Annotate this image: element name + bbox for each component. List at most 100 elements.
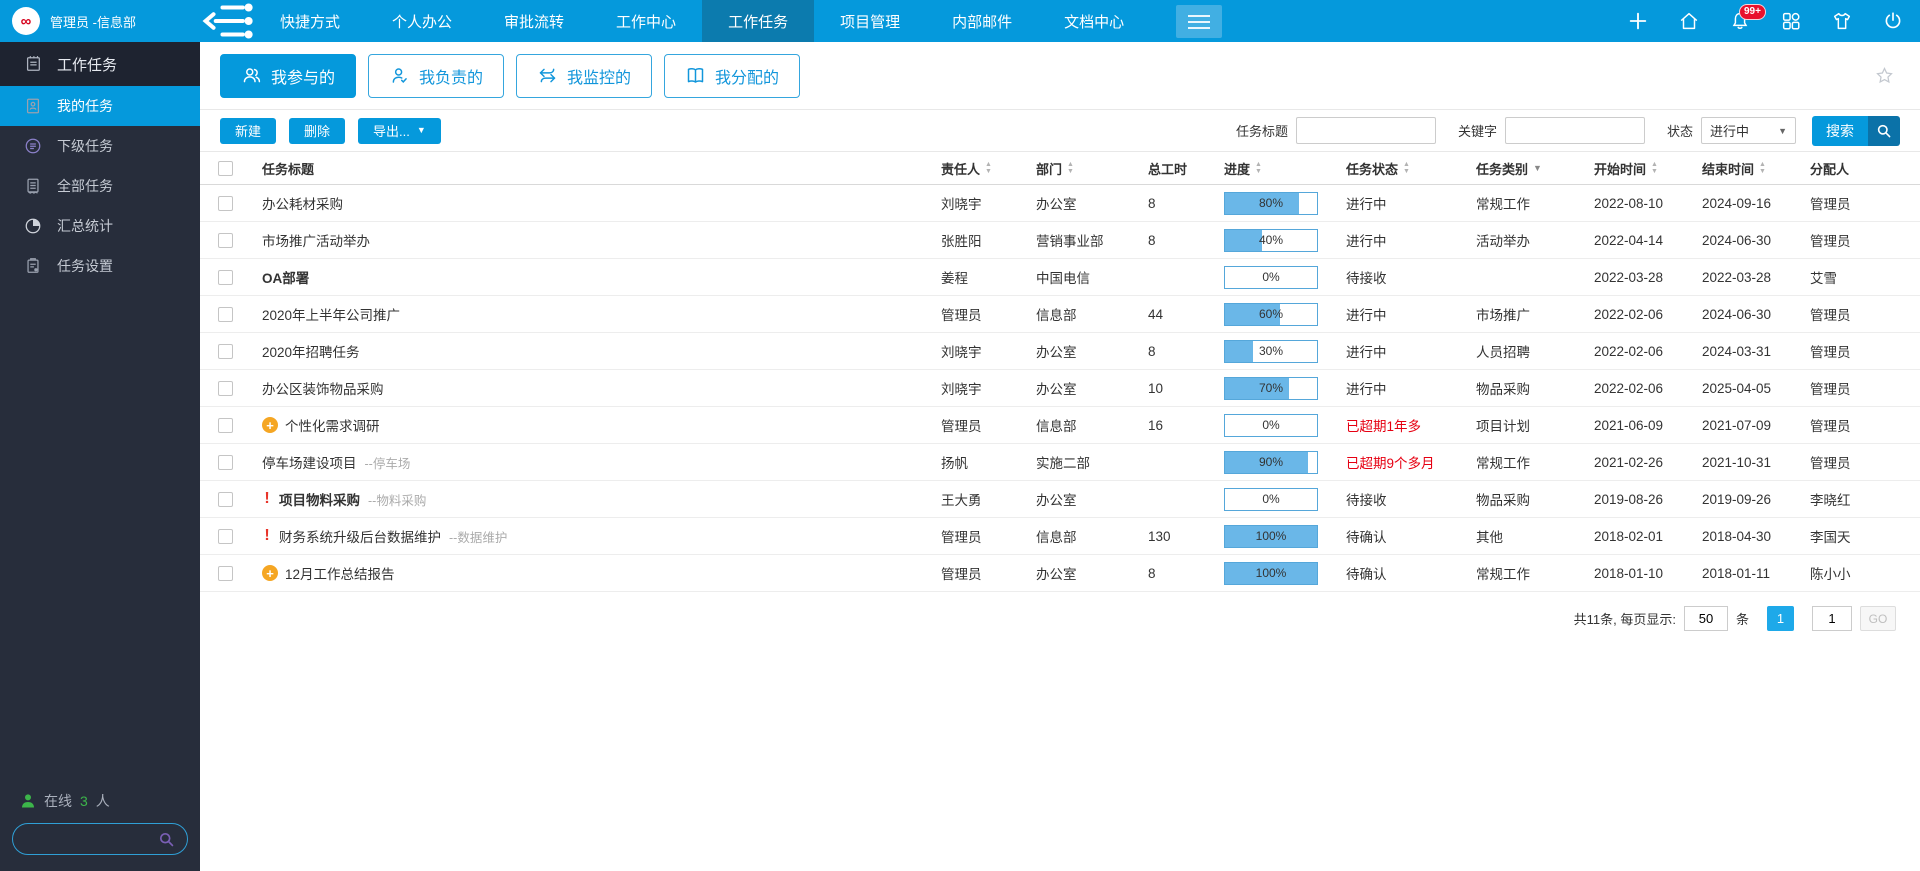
apps-icon[interactable] xyxy=(1778,8,1804,34)
column-header[interactable]: 结束时间 ▲ ▼ xyxy=(1702,159,1810,178)
table-row[interactable]: 停车场建设项目 --停车场 扬帆 实施二部 90% 已超期9个多月 常规工作 20… xyxy=(200,444,1920,481)
task-title[interactable]: 项目物料采购 xyxy=(279,489,360,509)
task-category: 人员招聘 xyxy=(1476,345,1530,360)
row-checkbox[interactable] xyxy=(218,306,233,322)
sort-arrows-icon[interactable]: ▲ ▼ xyxy=(1759,161,1766,175)
row-checkbox[interactable] xyxy=(218,417,233,433)
column-header[interactable]: 开始时间 ▲ ▼ xyxy=(1594,159,1702,178)
table-row[interactable]: ! 项目物料采购 --物料采购 王大勇 办公室 0% 待接收 物品采购 2019-0… xyxy=(200,481,1920,518)
row-checkbox[interactable] xyxy=(218,454,233,470)
more-menus-icon[interactable] xyxy=(1176,5,1223,38)
table-row[interactable]: ! 财务系统升级后台数据维护 --数据维护 管理员 信息部 130 100% 待确认… xyxy=(200,518,1920,555)
sort-arrows-icon[interactable]: ▲ ▼ xyxy=(985,161,992,175)
sidebar-search-input[interactable] xyxy=(13,831,158,847)
sidebar-item-汇总统计[interactable]: 汇总统计 xyxy=(0,206,200,246)
sidebar-module-header[interactable]: 工作任务 xyxy=(0,42,200,86)
task-title[interactable]: 个性化需求调研 xyxy=(285,415,380,435)
column-header[interactable]: 责任人 ▲ ▼ xyxy=(941,159,1036,178)
top-menu-item[interactable]: 工作任务 xyxy=(702,0,815,42)
row-checkbox[interactable] xyxy=(218,491,233,507)
table-row[interactable]: OA部署 姜程 中国电信 0% 待接收 2022-03-28 2022-03-2… xyxy=(200,259,1920,296)
task-status: 进行中 xyxy=(1346,345,1387,360)
row-checkbox[interactable] xyxy=(218,269,233,285)
top-menu-item[interactable]: 审批流转 xyxy=(478,0,590,42)
sidebar-item-全部任务[interactable]: 全部任务 xyxy=(0,166,200,206)
top-menu-item[interactable]: 快捷方式 xyxy=(254,0,366,42)
bell-icon[interactable]: 99+ xyxy=(1727,4,1766,34)
plus-circle-icon: + xyxy=(262,565,278,581)
table-row[interactable]: 市场推广活动举办 张胜阳 营销事业部 8 40% 进行中 活动举办 2022-0… xyxy=(200,222,1920,259)
sort-arrows-icon[interactable]: ▲ ▼ xyxy=(1403,161,1410,175)
scope-tab-我负责的[interactable]: 我负责的 xyxy=(368,53,505,98)
scope-tab-我分配的[interactable]: 我分配的 xyxy=(664,53,801,98)
power-icon[interactable] xyxy=(1880,8,1906,34)
table-row[interactable]: 办公耗材采购 刘晓宇 办公室 8 80% 进行中 常规工作 2022-08-10… xyxy=(200,185,1920,222)
progress-value: 60% xyxy=(1258,307,1284,321)
page-jump-input[interactable] xyxy=(1812,606,1852,631)
people-icon xyxy=(241,65,262,86)
search-button[interactable]: 搜索 xyxy=(1812,115,1900,146)
task-owner: 扬帆 xyxy=(941,456,968,471)
task-title[interactable]: OA部署 xyxy=(262,267,309,287)
page-size-input[interactable] xyxy=(1683,606,1728,631)
task-title[interactable]: 12月工作总结报告 xyxy=(285,563,395,583)
sidebar-item-下级任务[interactable]: 下级任务 xyxy=(0,126,200,166)
table-row[interactable]: 办公区装饰物品采购 刘晓宇 办公室 10 70% 进行中 物品采购 2022-0… xyxy=(200,370,1920,407)
table-row[interactable]: 2020年招聘任务 刘晓宇 办公室 8 30% 进行中 人员招聘 2022-02… xyxy=(200,333,1920,370)
new-button[interactable]: 新建 xyxy=(220,117,277,144)
top-menu-item[interactable]: 文档中心 xyxy=(1038,0,1150,42)
row-checkbox[interactable] xyxy=(218,528,233,544)
home-icon[interactable] xyxy=(1676,8,1702,34)
keyword-filter-input[interactable] xyxy=(1504,117,1645,144)
table-row[interactable]: +12月工作总结报告 管理员 办公室 8 100% 待确认 常规工作 2018-… xyxy=(200,555,1920,592)
top-menu-item[interactable]: 工作中心 xyxy=(590,0,702,42)
column-header[interactable]: 任务状态 ▲ ▼ xyxy=(1346,159,1476,178)
top-menu-item[interactable]: 项目管理 xyxy=(814,0,926,42)
top-menu-item[interactable]: 个人办公 xyxy=(366,0,478,42)
column-header[interactable]: 任务类别 ▼ xyxy=(1476,159,1594,178)
column-header[interactable]: 进度 ▲ ▼ xyxy=(1224,159,1346,178)
sidebar-item-任务设置[interactable]: 任务设置 xyxy=(0,246,200,286)
sort-arrows-icon[interactable]: ▲ ▼ xyxy=(1651,161,1658,175)
task-title[interactable]: 财务系统升级后台数据维护 xyxy=(279,526,441,546)
table-row[interactable]: + 个性化需求调研 管理员 信息部 16 0% 已超期1年多 项目计划 2021-… xyxy=(200,407,1920,444)
filter-dropdown-icon[interactable]: ▼ xyxy=(1533,163,1542,173)
row-checkbox[interactable] xyxy=(218,565,233,581)
row-checkbox[interactable] xyxy=(218,232,233,248)
go-button[interactable]: GO xyxy=(1860,606,1896,631)
row-checkbox[interactable] xyxy=(218,195,233,211)
scope-tab-我监控的[interactable]: 我监控的 xyxy=(516,53,653,98)
favorite-star-icon[interactable] xyxy=(1875,66,1894,90)
search-icon[interactable] xyxy=(158,831,175,848)
progress-value: 0% xyxy=(1262,270,1280,284)
sort-arrows-icon[interactable]: ▲ ▼ xyxy=(1067,161,1074,175)
table-row[interactable]: 2020年上半年公司推广 管理员 信息部 44 60% 进行中 市场推广 202… xyxy=(200,296,1920,333)
row-checkbox[interactable] xyxy=(218,343,233,359)
task-department: 信息部 xyxy=(1036,419,1077,434)
filter-fields: 任务标题 关键字 状态 进行中 ▼ 搜索 xyxy=(1236,115,1900,146)
select-all-checkbox[interactable] xyxy=(218,160,233,176)
column-header[interactable]: 部门 ▲ ▼ xyxy=(1036,159,1148,178)
top-menu-item[interactable]: 内部邮件 xyxy=(926,0,1038,42)
delete-button[interactable]: 删除 xyxy=(289,117,346,144)
task-title[interactable]: 停车场建设项目 xyxy=(262,452,357,472)
sidebar-item-我的任务[interactable]: 我的任务 xyxy=(0,86,200,126)
task-category: 常规工作 xyxy=(1476,567,1530,582)
task-title[interactable]: 办公耗材采购 xyxy=(262,193,343,213)
export-dropdown-button[interactable]: 导出... ▼ xyxy=(358,117,441,144)
title-filter-input[interactable] xyxy=(1295,117,1436,144)
task-title[interactable]: 2020年上半年公司推广 xyxy=(262,304,400,324)
task-end-date: 2018-04-30 xyxy=(1702,528,1772,544)
task-title[interactable]: 市场推广活动举办 xyxy=(262,230,370,250)
row-checkbox[interactable] xyxy=(218,380,233,396)
theme-shirt-icon[interactable] xyxy=(1829,8,1855,34)
task-title[interactable]: 办公区装饰物品采购 xyxy=(262,378,384,398)
open-book-icon xyxy=(685,65,706,86)
scope-tab-我参与的[interactable]: 我参与的 xyxy=(220,53,357,98)
collapse-menu-icon[interactable] xyxy=(200,0,254,42)
sort-arrows-icon[interactable]: ▲ ▼ xyxy=(1255,161,1262,175)
task-title[interactable]: 2020年招聘任务 xyxy=(262,341,360,361)
status-select[interactable]: 进行中 ▼ xyxy=(1701,117,1796,144)
plus-icon[interactable] xyxy=(1625,8,1651,34)
current-page-button[interactable]: 1 xyxy=(1767,606,1794,631)
